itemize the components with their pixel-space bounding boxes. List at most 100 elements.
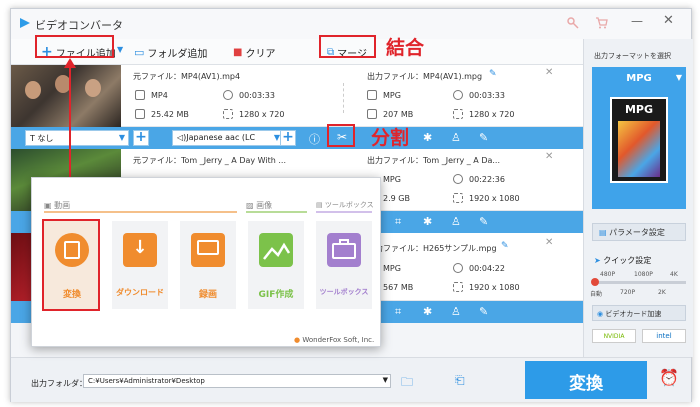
image-section-icon: ▨ <box>246 201 257 210</box>
gif-maker-tile[interactable]: GIF作成 <box>248 221 304 309</box>
clear-button[interactable]: ■ クリア <box>233 43 275 61</box>
source-file-label: 元ファイル：MP4(AV1).mp4 <box>133 72 241 81</box>
video-thumbnail[interactable] <box>11 65 121 127</box>
output-size: 2.9 GB <box>383 194 410 203</box>
nvidia-badge[interactable]: NVIDIA <box>592 329 636 343</box>
subtitle-select[interactable]: T なし ▼ <box>25 130 129 146</box>
add-audio-button[interactable]: + <box>280 130 296 146</box>
output-size: 207 MB <box>383 110 414 119</box>
output-resolution: 1920 x 1080 <box>469 194 520 203</box>
output-format: MPG <box>383 264 401 273</box>
output-folder-path: C:¥Users¥Administrator¥Desktop <box>88 377 205 385</box>
parameter-settings-button[interactable]: ▤ パラメータ設定 <box>592 223 686 241</box>
info-icon[interactable]: ⓘ <box>309 131 320 147</box>
source-file-label: 元ファイル：Tom _Jerry _ A Day With ... <box>133 156 286 165</box>
resolution-icon <box>453 109 463 119</box>
crop-icon[interactable]: ⌗ <box>395 215 401 229</box>
scale-label-720p: 720P <box>620 289 636 296</box>
folder-icon[interactable]: 🗀 <box>401 373 413 394</box>
bottom-bar: 出力フォルダ： C:¥Users¥Administrator¥Desktop ▼ … <box>11 357 691 402</box>
clock-icon <box>223 90 233 100</box>
crop-icon[interactable]: ⌗ <box>395 305 401 319</box>
toolbox-tile[interactable]: ツールボックス <box>316 221 372 309</box>
quality-slider[interactable] <box>591 278 686 286</box>
window-title: ビデオコンバータ <box>35 19 123 32</box>
format-icon <box>367 90 377 100</box>
section-video: ▣ 動画 <box>44 201 71 210</box>
output-folder-input[interactable]: C:¥Users¥Administrator¥Desktop ▼ <box>83 374 391 388</box>
effects-icon[interactable]: ✱ <box>423 215 432 228</box>
effects-icon[interactable]: ✱ <box>423 131 432 144</box>
remove-icon[interactable]: ✕ <box>545 67 553 78</box>
watermark-icon[interactable]: ♙ <box>451 305 461 318</box>
output-format-label: 出力フォーマットを選択 <box>594 52 671 60</box>
rocket-icon: ➤ <box>594 256 604 265</box>
remove-icon[interactable]: ✕ <box>545 151 553 162</box>
split-highlight <box>327 124 355 147</box>
record-tile[interactable]: 録画 <box>180 221 236 309</box>
scale-label-1080p: 1080P <box>634 271 653 278</box>
size-icon <box>135 109 145 119</box>
cart-icon[interactable] <box>595 17 608 29</box>
effects-icon[interactable]: ✱ <box>423 305 432 318</box>
watermark-icon[interactable]: ♙ <box>451 215 461 228</box>
format-icon <box>135 90 145 100</box>
chevron-down-icon: ▼ <box>382 376 388 384</box>
gpu-acceleration-button[interactable]: ◉ ビデオカード加速 <box>592 305 686 321</box>
chevron-down-icon: ▼ <box>675 73 682 82</box>
intel-badge[interactable]: intel <box>642 329 686 343</box>
resolution-icon <box>453 193 463 203</box>
download-tile[interactable]: ↓ ダウンロード <box>112 221 168 309</box>
output-size: 567 MB <box>383 283 414 292</box>
toolbox-section-icon: ▤ <box>316 201 325 209</box>
edit-toolbar: T なし ▼ + ◁)Japanese aac (LC ▼ + ⓘ ✂ ⌗ ✱ ♙ … <box>11 127 583 149</box>
split-annotation: 分割 <box>371 127 410 149</box>
edit-pen-icon[interactable]: ✎ <box>479 131 488 144</box>
output-file-label: 出力ファイル：Tom _Jerry _ A Da... <box>367 156 501 165</box>
slider-handle[interactable] <box>591 278 599 286</box>
footer-brand: ● WonderFox Soft, Inc. <box>294 336 375 344</box>
toolbox-tile-label: ツールボックス <box>319 288 369 296</box>
key-icon[interactable] <box>567 17 579 29</box>
gif-maker-tile-label: GIF作成 <box>258 290 294 300</box>
parameter-settings-label: パラメータ設定 <box>609 228 665 237</box>
edit-icon[interactable]: ✎ <box>501 241 509 251</box>
audio-icon: ◁) <box>177 133 187 142</box>
output-duration: 00:22:36 <box>469 175 505 184</box>
file-row[interactable]: 元ファイル：MP4(AV1).mp4 MP4 00:03:33 25.42 MB… <box>11 65 583 127</box>
minimize-icon[interactable]: — <box>631 14 643 28</box>
scale-label-4k: 4K <box>670 271 678 278</box>
format-badge-text: MPG <box>624 103 654 116</box>
edit-pen-icon[interactable]: ✎ <box>479 305 488 318</box>
download-tile-label: ダウンロード <box>116 288 164 297</box>
convert-tile-highlight <box>42 219 100 311</box>
format-badge-image <box>618 121 660 177</box>
resolution-icon <box>453 282 463 292</box>
chevron-down-icon[interactable]: ▼ <box>117 45 123 54</box>
edit-icon[interactable]: ✎ <box>489 69 497 79</box>
output-format: MPG <box>383 175 401 184</box>
watermark-icon[interactable]: ♙ <box>451 131 461 144</box>
source-duration: 00:03:33 <box>239 91 275 100</box>
add-folder-button[interactable]: ▭ フォルダ追加 <box>134 43 207 61</box>
close-icon[interactable]: ✕ <box>663 13 674 28</box>
format-selector[interactable]: MPG ▼ MPG <box>592 67 686 209</box>
audio-select[interactable]: ◁)Japanese aac (LC ▼ <box>172 130 284 146</box>
convert-button[interactable]: 変換 <box>525 361 647 399</box>
alarm-clock-icon[interactable]: ⏰ <box>659 368 679 387</box>
output-resolution: 1280 x 720 <box>469 110 515 119</box>
output-format: MPG <box>383 91 401 100</box>
remove-icon[interactable]: ✕ <box>545 237 553 248</box>
toolbox-icon <box>327 233 361 267</box>
add-subtitle-button[interactable]: + <box>133 130 149 146</box>
size-icon <box>367 109 377 119</box>
tools-section-line <box>316 211 372 213</box>
edit-pen-icon[interactable]: ✎ <box>479 215 488 228</box>
arrow-divider <box>314 83 344 113</box>
gpu-acceleration-label: ビデオカード加速 <box>605 310 662 318</box>
clock-icon <box>453 90 463 100</box>
scale-label-480p: 480P <box>600 271 616 278</box>
output-duration: 00:03:33 <box>469 91 505 100</box>
open-folder-icon[interactable]: ⎗ <box>455 373 465 388</box>
quick-settings-label: ➤ クイック設定 <box>594 256 652 265</box>
